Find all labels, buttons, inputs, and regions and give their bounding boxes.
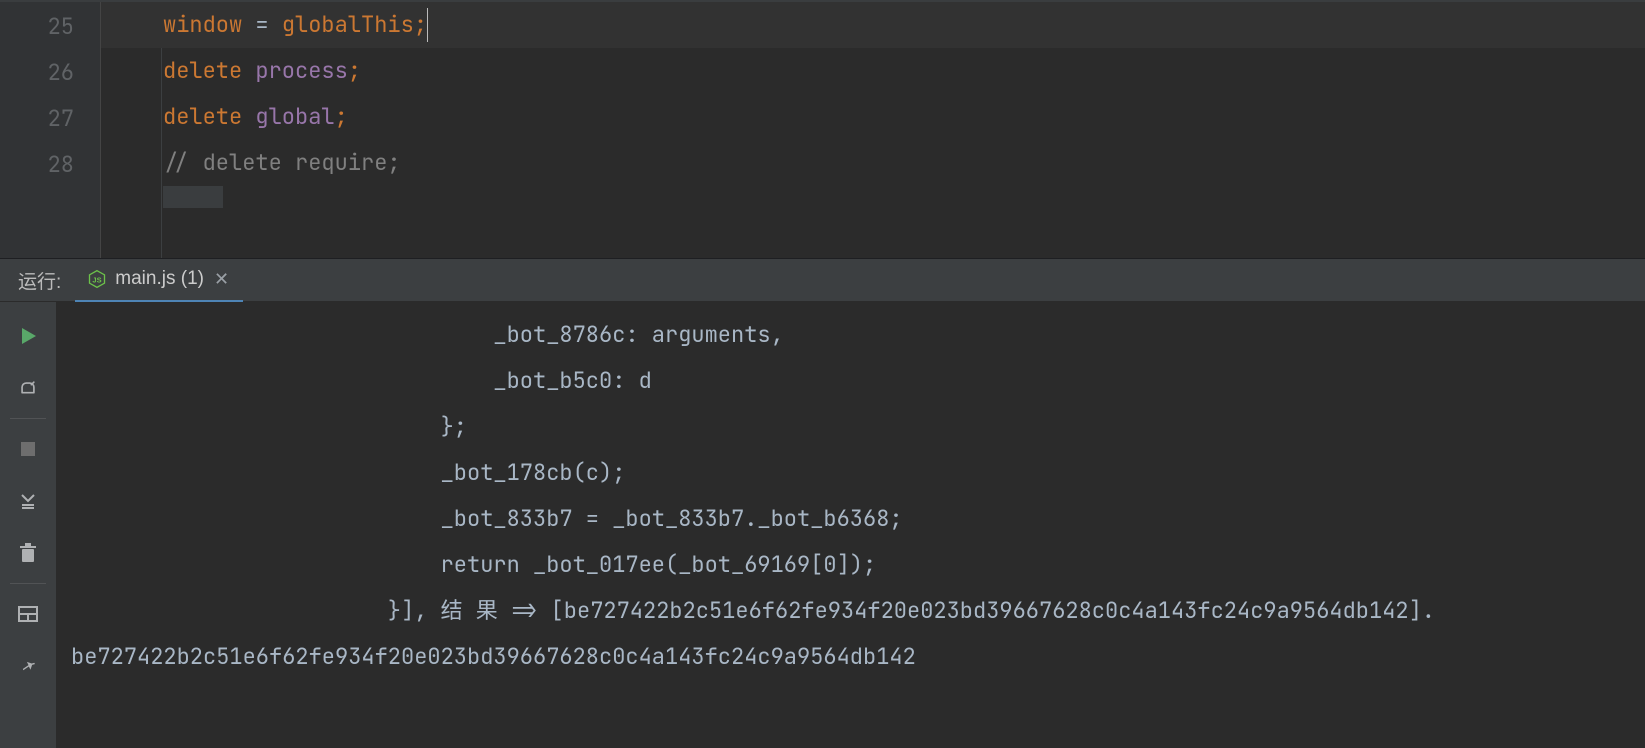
code-token: // delete require; xyxy=(163,148,401,177)
run-tab[interactable]: JS main.js (1) ✕ xyxy=(75,258,243,303)
run-button[interactable] xyxy=(8,316,48,356)
svg-text:JS: JS xyxy=(93,275,102,284)
console-output[interactable]: _bot_8786c: arguments, _bot_b5c0: d }; _… xyxy=(57,302,1645,748)
layout-button[interactable] xyxy=(8,594,48,634)
run-tab-label: main.js (1) xyxy=(115,268,204,290)
nodejs-icon: JS xyxy=(87,269,107,289)
sidebar-separator xyxy=(10,583,46,584)
code-token: process xyxy=(255,56,347,85)
code-line[interactable]: delete process; xyxy=(101,48,1645,94)
code-line[interactable]: window = globalThis; xyxy=(101,2,1645,48)
code-token: global xyxy=(255,102,334,131)
close-icon[interactable]: ✕ xyxy=(212,270,231,288)
code-token: = xyxy=(242,10,282,39)
settings-button[interactable] xyxy=(8,368,48,408)
code-line[interactable]: delete global; xyxy=(101,94,1645,140)
code-line[interactable]: // delete require; xyxy=(101,140,1645,186)
code-token: ; xyxy=(414,10,427,39)
code-token: ; xyxy=(335,102,348,131)
code-token: delete xyxy=(163,102,255,131)
text-cursor xyxy=(427,8,428,42)
code-line-partial xyxy=(101,186,1645,208)
run-sidebar xyxy=(0,302,57,748)
code-token: delete xyxy=(163,56,255,85)
run-tool-window: 运行: JS main.js (1) ✕ xyxy=(0,258,1645,748)
run-panel-label: 运行: xyxy=(0,267,75,294)
sidebar-separator xyxy=(10,418,46,419)
code-token: globalThis xyxy=(282,10,414,39)
pin-button[interactable] xyxy=(8,646,48,686)
scroll-to-end-button[interactable] xyxy=(8,481,48,521)
code-token: ; xyxy=(348,56,361,85)
line-number: 28 xyxy=(0,142,100,188)
line-number: 26 xyxy=(0,50,100,96)
editor-gutter: 25 26 27 28 xyxy=(0,2,100,258)
line-number: 27 xyxy=(0,96,100,142)
code-editor[interactable]: 25 26 27 28 window = globalThis; delete … xyxy=(0,2,1645,258)
run-header: 运行: JS main.js (1) ✕ xyxy=(0,259,1645,302)
code-area[interactable]: window = globalThis; delete process; del… xyxy=(100,2,1645,258)
line-number: 25 xyxy=(0,4,100,50)
clear-button[interactable] xyxy=(8,533,48,573)
code-token: window xyxy=(163,10,242,39)
run-body: _bot_8786c: arguments, _bot_b5c0: d }; _… xyxy=(0,302,1645,748)
stop-button[interactable] xyxy=(8,429,48,469)
